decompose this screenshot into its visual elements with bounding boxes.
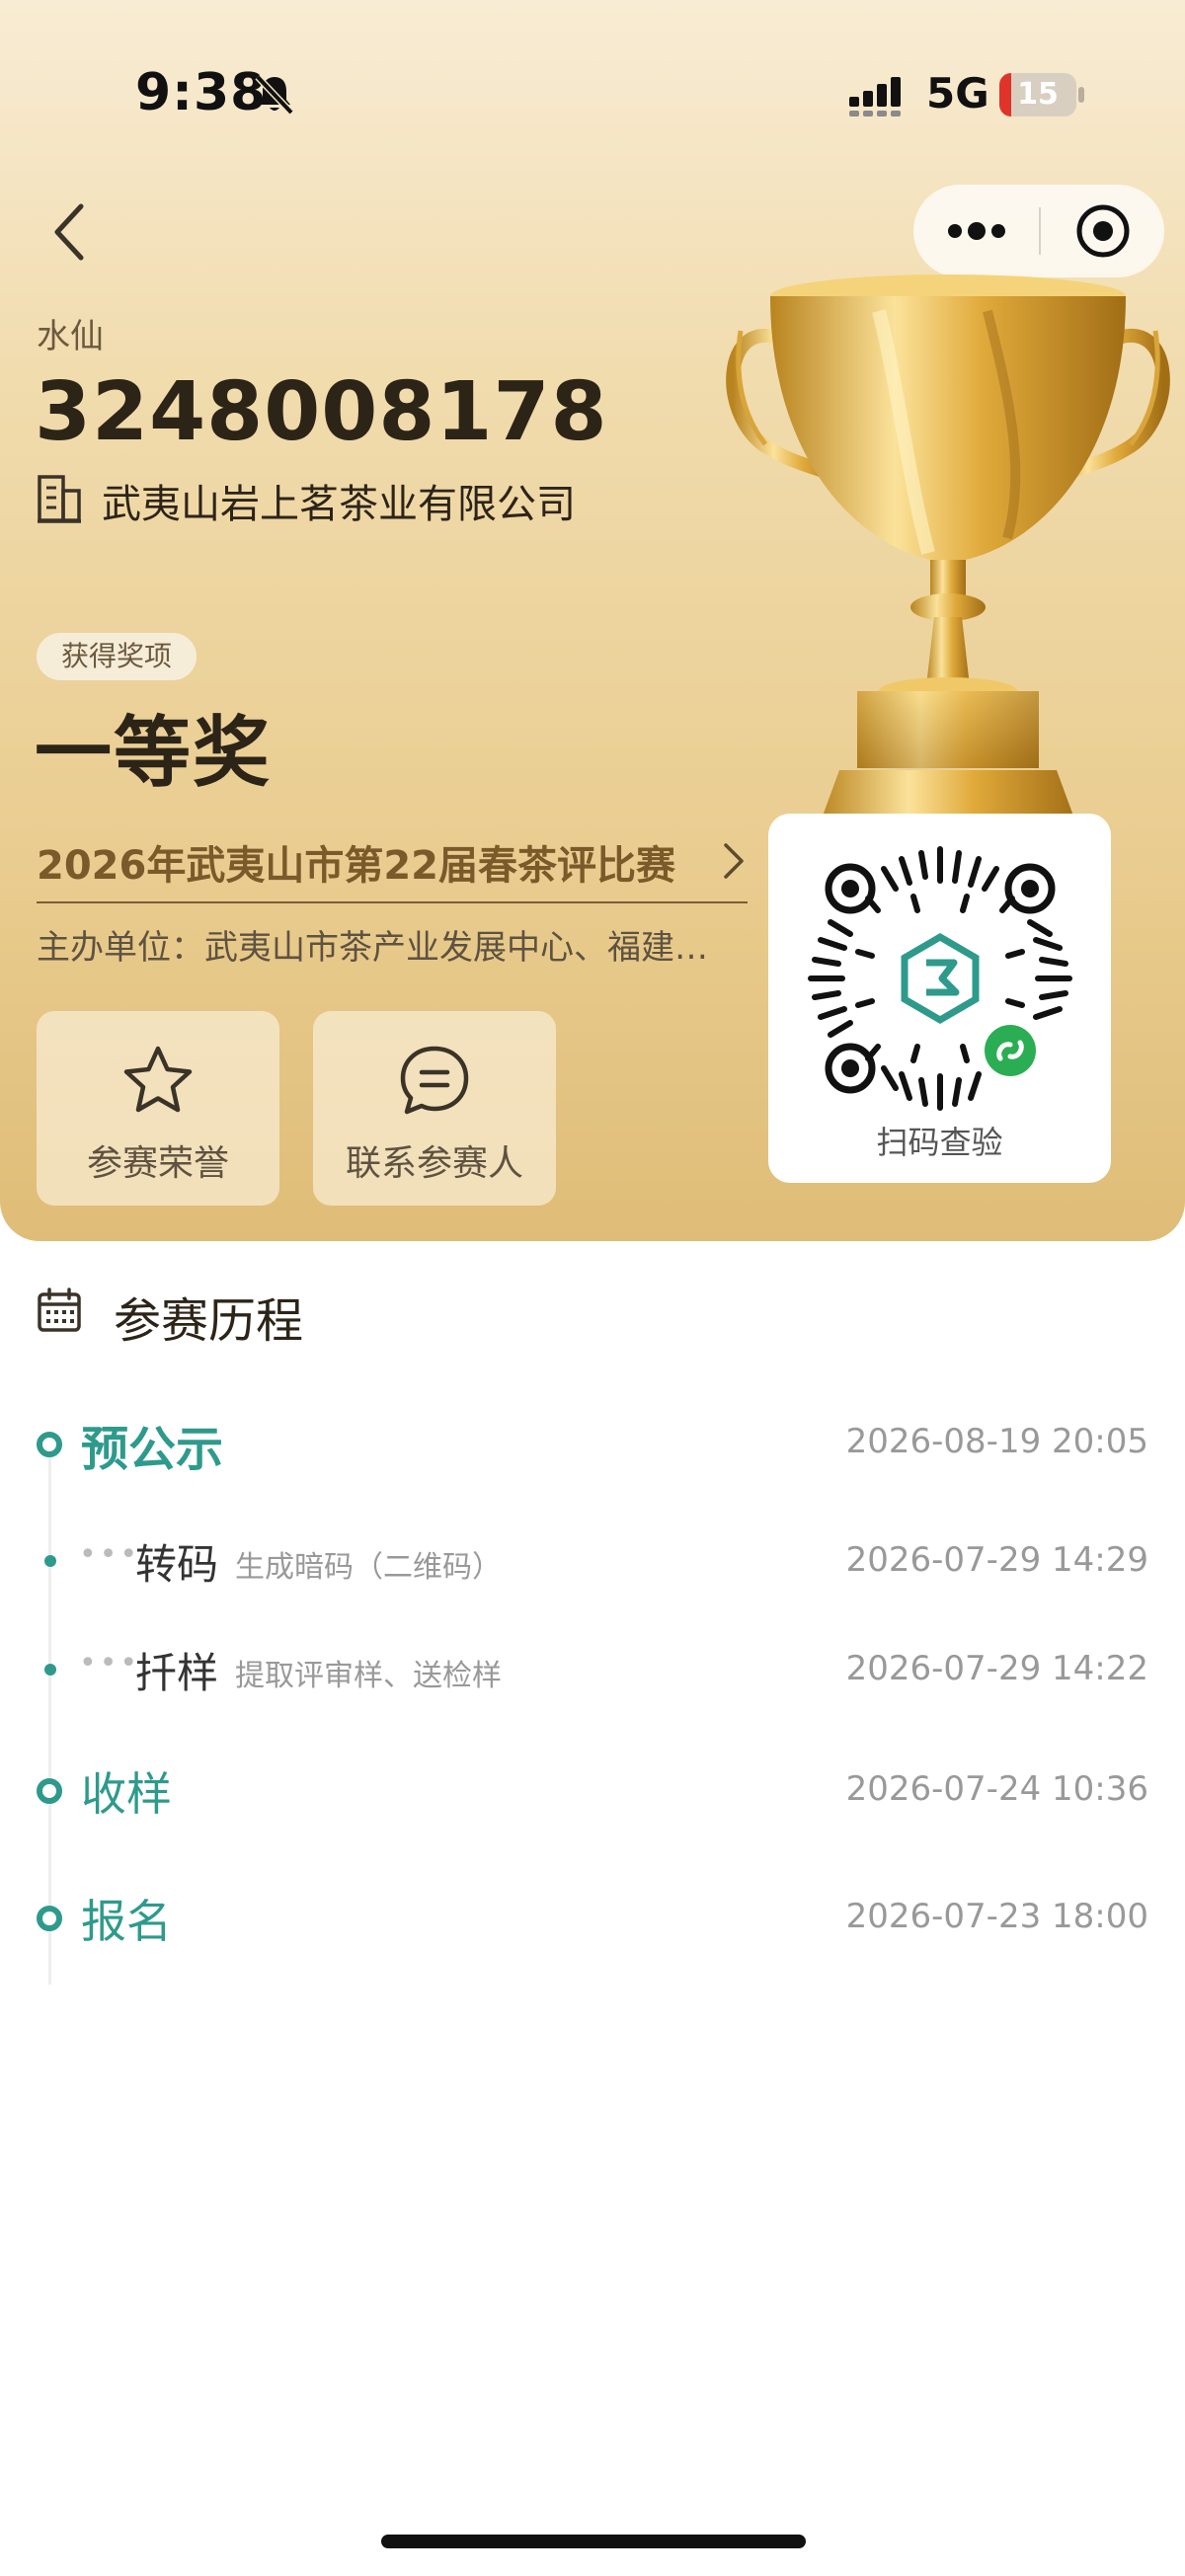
stage-label: 扦样 bbox=[135, 1649, 219, 1697]
star-icon bbox=[123, 1046, 193, 1113]
stage-connector-dots: ••• bbox=[79, 1646, 141, 1680]
contact-button[interactable]: 联系参赛人 bbox=[313, 1011, 556, 1206]
close-mini-program-button[interactable] bbox=[1041, 185, 1164, 277]
timeline-stage-registration: 报名 2026-07-23 18:00 bbox=[0, 1886, 1185, 1949]
company-name: 武夷山岩上茗茶业有限公司 bbox=[102, 482, 576, 527]
stage-time: 2026-07-29 14:22 bbox=[845, 1649, 1148, 1688]
stage-dot bbox=[37, 1906, 62, 1931]
bell-muted-icon bbox=[255, 74, 294, 116]
back-button[interactable] bbox=[40, 193, 99, 272]
stage-label: 预公示 bbox=[81, 1422, 224, 1477]
stage-time: 2026-07-23 18:00 bbox=[845, 1897, 1148, 1936]
more-dots-icon bbox=[948, 222, 1005, 240]
stage-dot bbox=[37, 1432, 62, 1457]
history-title: 参赛历程 bbox=[114, 1293, 304, 1349]
trophy-icon bbox=[726, 274, 1170, 829]
status-bar: 9:38 5G 15 bbox=[0, 0, 1185, 188]
stage-dot-small bbox=[44, 1555, 56, 1567]
honor-label: 参赛荣誉 bbox=[86, 1143, 229, 1184]
network-type: 5G bbox=[926, 69, 989, 117]
battery-icon: 15 bbox=[999, 73, 1076, 117]
chat-bubble-icon bbox=[400, 1046, 469, 1115]
stage-time: 2026-08-19 20:05 bbox=[845, 1422, 1148, 1461]
chevron-right-icon bbox=[724, 843, 744, 879]
contact-label: 联系参赛人 bbox=[345, 1143, 523, 1184]
stage-dot bbox=[37, 1778, 62, 1804]
stage-label: 收样 bbox=[81, 1767, 172, 1821]
stage-desc: 生成暗码（二维码） bbox=[235, 1550, 502, 1585]
more-button[interactable] bbox=[913, 185, 1039, 277]
battery-percent: 15 bbox=[1017, 77, 1059, 112]
timeline-stage-received: 收样 2026-07-24 10:36 bbox=[0, 1758, 1185, 1822]
timeline-stage-prepublicity: 预公示 2026-08-19 20:05 bbox=[0, 1410, 1185, 1479]
stage-time: 2026-07-24 10:36 bbox=[845, 1769, 1148, 1809]
qr-verify-card[interactable]: 扫码查验 bbox=[768, 814, 1111, 1183]
home-indicator[interactable] bbox=[381, 2535, 806, 2548]
stage-connector-dots: ••• bbox=[79, 1537, 141, 1572]
status-time: 9:38 bbox=[135, 63, 268, 122]
stage-label: 报名 bbox=[81, 1895, 172, 1948]
qr-label: 扫码查验 bbox=[876, 1124, 1003, 1161]
stage-label: 转码 bbox=[135, 1540, 219, 1589]
timeline-stage-sampling: ••• 扦样 提取评审样、送检样 2026-07-29 14:22 bbox=[0, 1640, 1185, 1699]
honor-button[interactable]: 参赛荣誉 bbox=[37, 1011, 279, 1206]
mini-program-qr-code bbox=[808, 846, 1072, 1111]
timeline-stage-transcode: ••• 转码 生成暗码（二维码） 2026-07-29 14:29 bbox=[0, 1531, 1185, 1591]
building-icon bbox=[38, 475, 81, 523]
calendar-icon bbox=[38, 1288, 81, 1332]
organizer-text: 主办单位：武夷山市茶产业发展中心、福建… bbox=[37, 928, 708, 968]
contest-name: 2026年武夷山市第22届春茶评比赛 bbox=[37, 843, 675, 889]
chevron-left-icon bbox=[54, 203, 84, 261]
contest-link[interactable]: 2026年武夷山市第22届春茶评比赛 bbox=[37, 827, 748, 903]
signal-icon bbox=[849, 77, 901, 117]
tea-variety: 水仙 bbox=[37, 317, 104, 356]
stage-dot-small bbox=[44, 1664, 56, 1676]
target-icon bbox=[1076, 204, 1130, 258]
sample-number: 3248008178 bbox=[35, 365, 608, 459]
stage-desc: 提取评审样、送检样 bbox=[235, 1659, 502, 1693]
battery-tip bbox=[1078, 87, 1084, 103]
stage-time: 2026-07-29 14:29 bbox=[845, 1540, 1148, 1580]
award-chip: 获得奖项 bbox=[37, 633, 198, 680]
award-name: 一等奖 bbox=[35, 709, 273, 798]
